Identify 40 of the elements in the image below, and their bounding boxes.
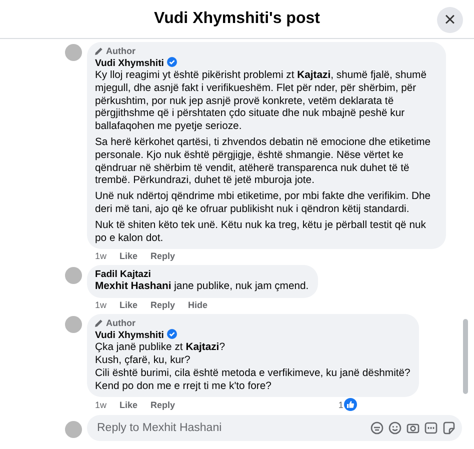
comment-text: Mexhit Hashani jane publike, nuk jam çmend. [95, 281, 309, 294]
like-count: 1 [338, 398, 344, 411]
avatar [65, 44, 82, 61]
action-link[interactable]: Reply [150, 299, 176, 312]
action-link[interactable]: Like [120, 250, 138, 262]
avatar [65, 267, 82, 284]
comment-text: Cili është burimi, cila është metoda e verfikimeve, ku janë dëshmitë? [95, 368, 410, 381]
close-button[interactable]: × [437, 7, 463, 33]
action-link[interactable]: Like [120, 299, 138, 312]
comment-text: Kush, çfarë, ku, kur? [95, 354, 192, 368]
reply-field[interactable]: Reply to Mexhit Hashani [87, 415, 462, 442]
action-link[interactable]: Like [120, 398, 138, 411]
action-link[interactable]: Hide [188, 299, 208, 312]
action-link[interactable]: Reply [150, 398, 176, 411]
comment-text: Sa herë kërkohet qartësi, ti zhvendos debatin në emocione dhe etiketime personale. Kjo nuk është përgjigje, është shmangie. Nëse vërtet ke qëndruar në shërbim të vendit, atëherë transparenca nuk duhet të të trembë. Përkundrazi, duhet të jetë mburoja jote. [95, 136, 432, 188]
comment-text: Ky lloj reagimi yt është pikërisht problemi zt Kajtazi, shumë fjalë, shumë mjegull, dhe asnjë fakt i verifikueshëm. Flet për nder, për shërbim, për përkushtim, por nuk jep asnjë provë konkrete, vetëm deklarata të përgjithshme që i përshtaten çdo situate dhe nuk mbajnë peshë kur ballafaqohen me pyetje serioze. [95, 70, 428, 134]
comment-text: Nuk të shiten këto tek unë. Këtu nuk ka treg, këtu je përball testit që nuk po e kalon dot. [95, 220, 427, 246]
author-label: Author [106, 45, 136, 57]
emoji-icon[interactable] [388, 421, 402, 436]
commenter-name[interactable]: Vudi Xhymshiti [95, 58, 164, 69]
comment-text: Çka janë publike zt Kajtazi? [95, 342, 226, 355]
action-link[interactable]: Reply [150, 250, 176, 262]
commenter-name[interactable]: Vudi Xhymshiti [95, 330, 164, 342]
dialog-title: Vudi Xhymshiti's post [154, 9, 320, 29]
author-label: Author [106, 317, 136, 330]
pencil-icon [95, 47, 103, 55]
scrollbar-thumb[interactable] [463, 319, 468, 394]
avatar [65, 316, 82, 334]
sticker-icon[interactable] [442, 421, 456, 436]
reply-input[interactable]: Reply to Mexhit Hashani [95, 418, 366, 438]
avatar [65, 420, 82, 438]
comment-text: Unë nuk ndërtoj qëndrime mbi etiketime, por mbi fakte dhe verifikim. Dhe deri më tani, ajo që ke ofruar publikisht nuk i qëndron këtij standardi. [95, 191, 432, 217]
commenter-name[interactable]: Fadil Kajtazi [95, 269, 151, 280]
pencil-icon [95, 319, 103, 328]
like-icon [344, 398, 358, 412]
comment-text: Kend po don me e rrejt ti me k'to fore? [95, 380, 272, 394]
camera-icon[interactable] [406, 421, 420, 436]
comment-time: 1w [95, 250, 107, 262]
comment-time: 1w [95, 398, 107, 411]
comment-time: 1w [95, 299, 107, 312]
